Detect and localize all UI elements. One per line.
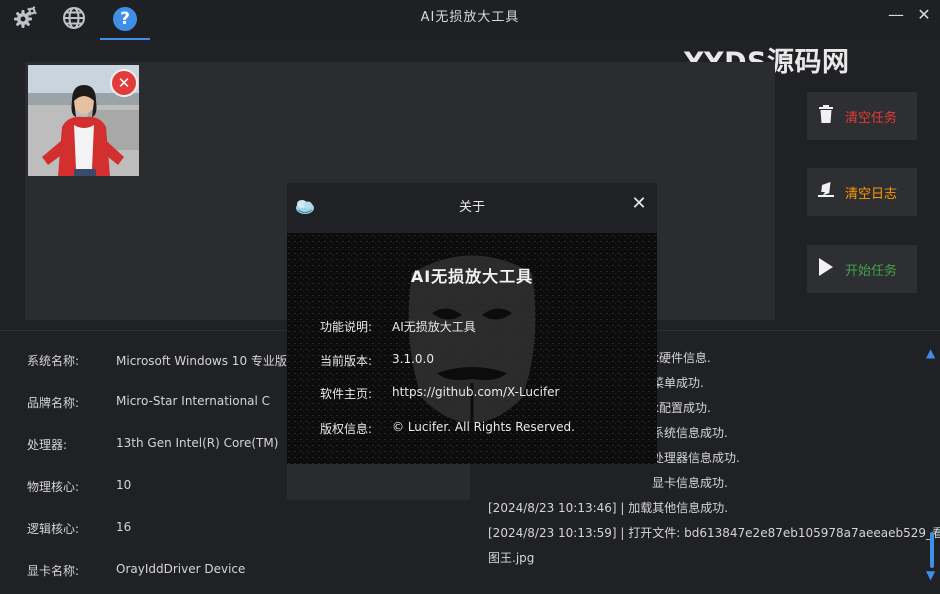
eraser-icon xyxy=(807,181,845,203)
gpu-name-value: OrayIddDriver Device xyxy=(116,562,246,576)
log-line: [2024/8/23 10:13:46] | 加载其他信息成功. xyxy=(488,501,729,515)
clear-log-label: 清空日志 xyxy=(845,186,898,202)
brand-name-value: Micro-Star International C xyxy=(116,394,271,408)
log-line: 系统信息成功. xyxy=(652,426,728,440)
physical-cores-value: 10 xyxy=(116,478,132,492)
gpu-name-label: 显卡名称: xyxy=(27,564,80,578)
about-close-button[interactable]: ✕ xyxy=(628,193,650,215)
start-task-button[interactable]: 开始任务 xyxy=(807,245,917,293)
log-scroll-down-button[interactable]: ▼ xyxy=(926,568,935,582)
cpu-label: 处理器: xyxy=(27,438,68,452)
homepage-link[interactable]: https://github.com/X-Lucifer xyxy=(392,385,560,399)
trash-icon xyxy=(807,104,845,128)
physical-cores-label: 物理核心: xyxy=(27,480,80,494)
about-dialog-title: 关于 xyxy=(458,200,485,215)
play-icon xyxy=(807,257,845,281)
log-line: 处理器信息成功. xyxy=(652,451,740,465)
version-label: 当前版本: xyxy=(320,354,373,368)
copyright-value: © Lucifer. All Rights Reserved. xyxy=(392,420,575,434)
remove-thumbnail-button[interactable]: ✕ xyxy=(110,69,138,97)
log-line: k硬件信息. xyxy=(652,351,711,365)
version-value: 3.1.0.0 xyxy=(392,352,434,366)
start-task-label: 开始任务 xyxy=(845,263,898,279)
close-button[interactable]: ✕ xyxy=(912,4,936,28)
log-line: 图王.jpg xyxy=(488,551,535,565)
about-dialog-footer xyxy=(287,464,470,500)
about-app-name: AI无损放大工具 xyxy=(410,267,534,286)
cpu-value: 13th Gen Intel(R) Core(TM) xyxy=(116,436,279,450)
os-name-value: Microsoft Windows 10 专业版 xyxy=(116,354,287,368)
homepage-label: 软件主页: xyxy=(320,387,373,401)
log-line: k配置成功. xyxy=(652,401,711,415)
feature-label: 功能说明: xyxy=(320,320,373,334)
log-line: 显卡信息成功. xyxy=(652,476,728,490)
brand-name-label: 品牌名称: xyxy=(27,396,80,410)
logical-cores-label: 逻辑核心: xyxy=(27,522,80,536)
feature-value: AI无损放大工具 xyxy=(392,320,476,334)
window-title: AI无损放大工具 xyxy=(420,10,520,25)
copyright-label: 版权信息: xyxy=(320,422,373,436)
log-scrollbar-thumb[interactable] xyxy=(930,532,934,568)
clear-tasks-label: 清空任务 xyxy=(845,110,898,126)
log-scroll-up-button[interactable]: ▲ xyxy=(926,346,935,360)
logical-cores-value: 16 xyxy=(116,520,132,534)
os-name-label: 系统名称: xyxy=(27,354,80,368)
clear-tasks-button[interactable]: 清空任务 xyxy=(807,92,917,140)
log-line: 菜单成功. xyxy=(652,376,704,390)
minimize-button[interactable]: — xyxy=(884,4,908,28)
clear-log-button[interactable]: 清空日志 xyxy=(807,168,917,216)
log-line: [2024/8/23 10:13:59] | 打开文件: bd613847e2e… xyxy=(488,526,940,540)
